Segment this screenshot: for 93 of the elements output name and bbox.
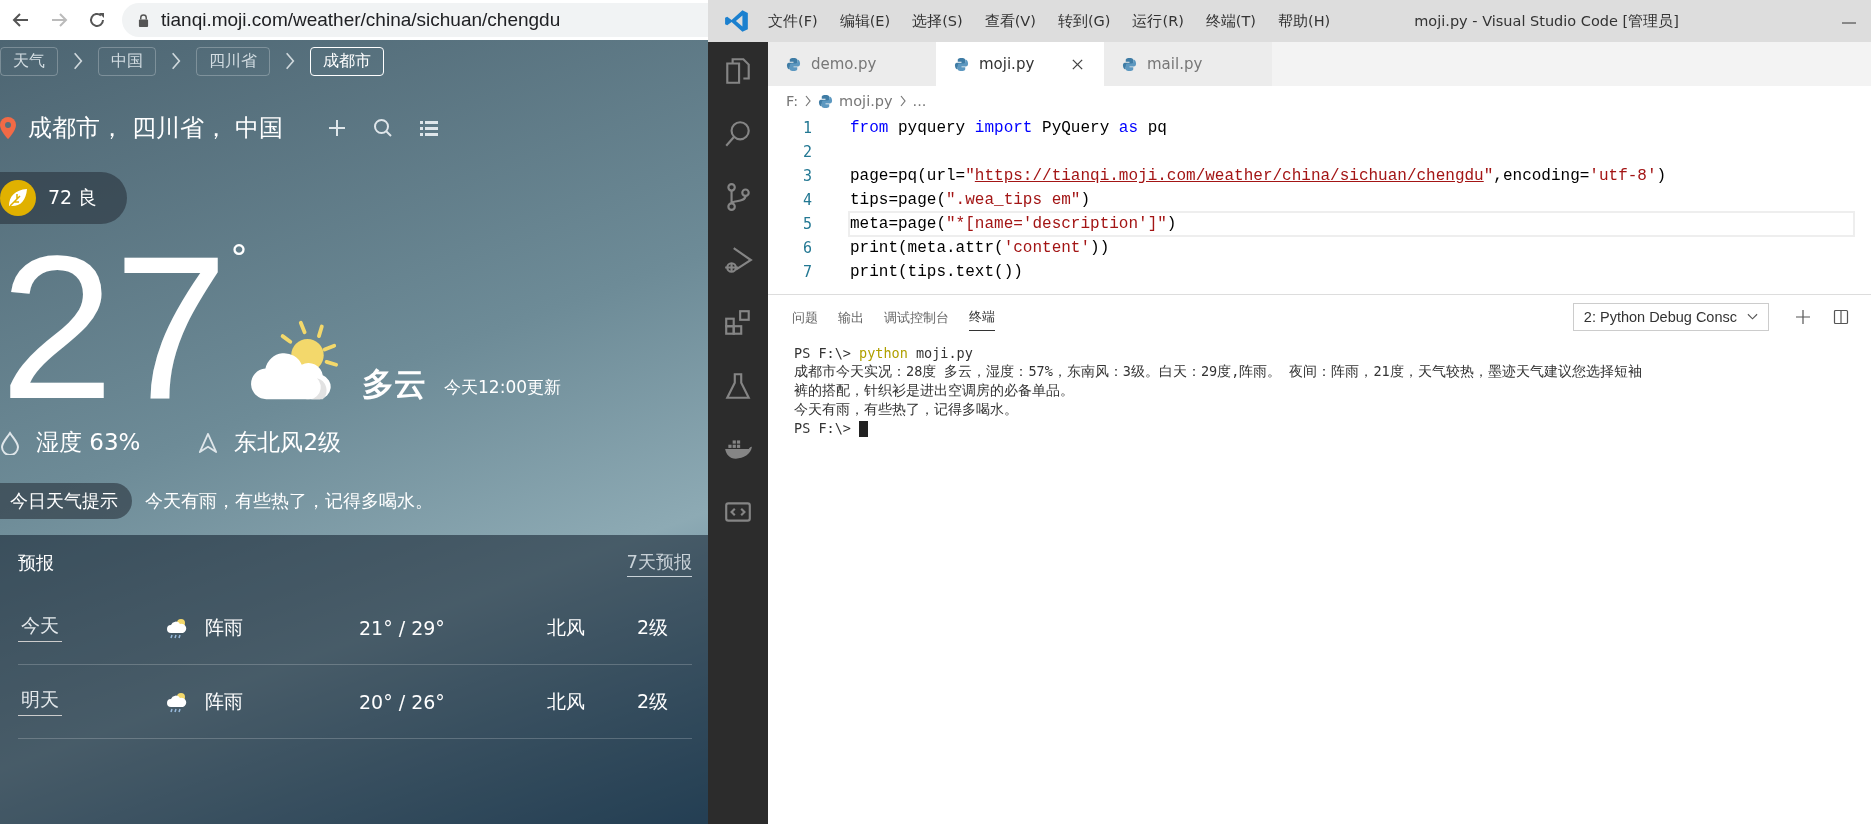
code-line: meta=page("*[name='description']")	[850, 215, 1177, 233]
add-icon[interactable]	[1795, 309, 1811, 325]
wind-level: 2级	[637, 614, 669, 640]
address-bar[interactable]: tianqi.moji.com/weather/china/sichuan/chengdu	[122, 3, 708, 37]
menu-item[interactable]: 编辑(E)	[839, 11, 891, 31]
line-number: 5	[801, 215, 813, 233]
wind-direction: 北风	[547, 614, 586, 640]
code-line: tips=page(".wea_tips em")	[850, 191, 1091, 209]
chevron-icon	[804, 94, 813, 108]
terminal-line: PS F:\> python moji.py	[794, 344, 973, 361]
terminal-dropdown[interactable]: 2: Python Debug Consc	[1572, 303, 1769, 331]
breadcrumb-link[interactable]: 成都市	[310, 46, 384, 76]
terminal-line: 今天有雨，有些热了，记得多喝水。	[794, 400, 1018, 419]
chevron-icon	[72, 51, 84, 71]
chevron-icon	[170, 51, 182, 71]
air-quality-badge[interactable]: 72 良	[0, 172, 127, 224]
breadcrumb-link[interactable]: 中国	[98, 46, 156, 76]
update-time: 今天12:00更新	[444, 376, 562, 399]
breadcrumb-item[interactable]: ...	[912, 93, 927, 109]
terminal-line: PS F:\>	[794, 420, 869, 437]
temperature-value: 27	[0, 247, 229, 407]
menu-item[interactable]: 运行(R)	[1132, 11, 1184, 31]
menu-item[interactable]: 文件(F)	[768, 11, 818, 31]
location-title: 成都市， 四川省， 中国	[28, 113, 284, 144]
day-link[interactable]: 今天	[18, 613, 62, 642]
breadcrumb-item[interactable]: moji.py	[839, 93, 893, 109]
line-number: 7	[801, 263, 813, 281]
python-file-icon	[818, 93, 834, 109]
code-line: page=pq(url="https://tianqi.moji.com/weather/china/sichuan/chengdu",encoding='utf-8')	[850, 167, 1667, 185]
chevron-down-icon	[1747, 313, 1758, 321]
forecast-title: 预报	[18, 551, 54, 575]
wind-text: 东北风2级	[234, 428, 342, 457]
extensions-icon[interactable]	[723, 308, 753, 338]
line-number: 1	[801, 119, 813, 137]
temperature-range: 20° / 26°	[359, 690, 446, 713]
code-line: from pyquery import PyQuery as pq	[850, 119, 1167, 137]
editor-tab[interactable]: demo.py	[768, 42, 936, 86]
reload-icon[interactable]	[87, 10, 107, 30]
code-line: print(meta.attr('content'))	[850, 239, 1110, 257]
menu-item[interactable]: 终端(T)	[1205, 11, 1257, 31]
navigation-arrow-icon	[198, 430, 219, 455]
python-file-icon	[1122, 56, 1137, 72]
panel-tab[interactable]: 调试控制台	[884, 303, 949, 331]
lock-icon	[138, 13, 149, 27]
window-title: moji.py - Visual Studio Code [管理员]	[1414, 11, 1679, 31]
breadcrumb-link[interactable]: 天气	[0, 46, 58, 76]
chevron-icon	[284, 51, 296, 71]
url-text: tianqi.moji.com/weather/china/sichuan/chengdu	[161, 9, 561, 31]
flask-icon[interactable]	[723, 371, 753, 401]
close-icon[interactable]	[1071, 57, 1084, 71]
line-number: 6	[801, 239, 813, 257]
search-icon[interactable]	[723, 119, 753, 149]
panel-tab[interactable]: 输出	[838, 303, 864, 331]
tip-label: 今日天气提示	[0, 483, 132, 519]
weather-condition: 多云	[362, 364, 427, 405]
chevron-icon	[898, 94, 907, 108]
humidity-text: 湿度 63%	[36, 428, 141, 457]
terminal-line: 成都市今天实况：28度 多云，湿度：57%，东南风：3级。白天：29度,阵雨。 夜间：阵雨，21度，天气较热，墨迹天气建议您选择短袖	[794, 362, 1642, 381]
leaf-icon	[0, 180, 36, 216]
search-icon[interactable]	[373, 118, 394, 138]
panel-tab[interactable]: 终端	[969, 303, 995, 331]
degree-sign: °	[230, 240, 249, 276]
menu-item[interactable]: 转到(G)	[1057, 11, 1111, 31]
play-bug-icon[interactable]	[723, 245, 753, 275]
terminal-line: 裤的搭配，针织衫是进出空调房的必备单品。	[794, 381, 1074, 400]
list-icon[interactable]	[419, 118, 440, 138]
code-editor-logo-icon	[724, 8, 750, 34]
menu-item[interactable]: 选择(S)	[912, 11, 963, 31]
menu-item[interactable]: 帮助(H)	[1278, 11, 1331, 31]
breadcrumb-link[interactable]: 四川省	[196, 46, 270, 76]
wind-direction: 北风	[547, 688, 586, 714]
location-pin-icon	[0, 117, 16, 139]
python-file-icon	[954, 56, 969, 72]
line-number: 3	[801, 167, 813, 185]
water-drop-icon	[0, 430, 20, 455]
panel-tab[interactable]: 问题	[792, 303, 818, 331]
day-link[interactable]: 明天	[18, 687, 62, 716]
breadcrumb-item[interactable]: F:	[786, 93, 799, 109]
forecast-condition: 阵雨	[205, 614, 244, 640]
seven-day-forecast-link[interactable]: 7天预报	[626, 549, 692, 577]
wind-level: 2级	[637, 688, 669, 714]
tip-text: 今天有雨，有些热了，记得多喝水。	[145, 489, 433, 513]
code-line: print(tips.text())	[850, 263, 1023, 281]
temperature-range: 21° / 29°	[359, 616, 446, 639]
forecast-condition: 阵雨	[205, 688, 244, 714]
split-icon[interactable]	[1833, 309, 1849, 325]
files-icon[interactable]	[723, 56, 753, 86]
python-file-icon	[786, 56, 801, 72]
line-number: 2	[801, 143, 813, 161]
editor-tab[interactable]: mail.py	[1104, 42, 1272, 86]
editor-tab[interactable]: moji.py	[936, 42, 1104, 86]
line-number: 4	[801, 191, 813, 209]
menu-item[interactable]: 查看(V)	[984, 11, 1036, 31]
